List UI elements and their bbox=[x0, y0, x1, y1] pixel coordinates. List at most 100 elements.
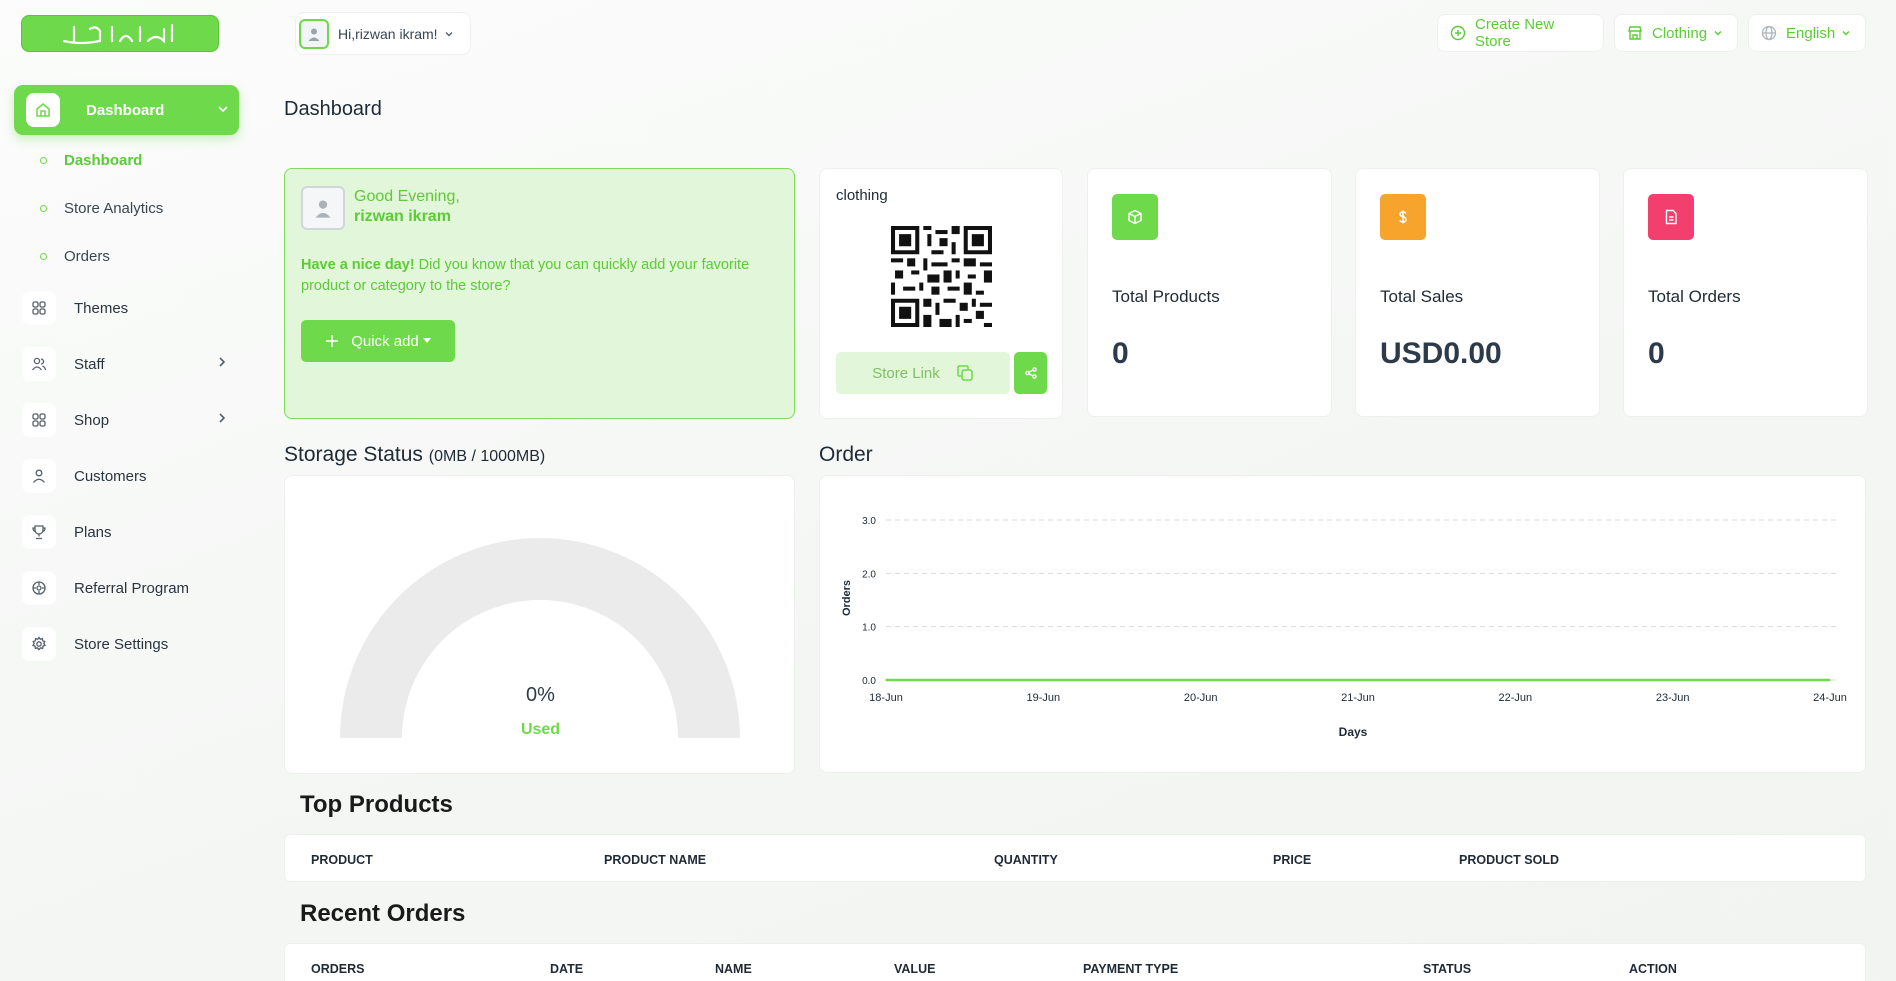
column-header: ORDERS bbox=[311, 962, 365, 976]
sidebar-subitem-label: Dashboard bbox=[64, 152, 143, 169]
order-chart-title: Order bbox=[819, 443, 873, 466]
plus-circle-icon bbox=[1450, 25, 1466, 41]
chevron-down-icon bbox=[1841, 28, 1851, 38]
quick-add-button[interactable]: Quick add bbox=[301, 320, 455, 362]
recent-orders-table: ORDERS DATE NAME VALUE PAYMENT TYPE STAT… bbox=[284, 943, 1866, 981]
store-link-label: Store Link bbox=[872, 364, 940, 382]
create-store-button[interactable]: Create New Store bbox=[1437, 14, 1604, 52]
share-button[interactable] bbox=[1014, 352, 1047, 394]
box-icon bbox=[1112, 194, 1158, 240]
storage-card: 0% Used bbox=[284, 475, 795, 774]
bullet-icon bbox=[40, 157, 47, 164]
sidebar-item-label: Store Settings bbox=[74, 635, 169, 653]
document-icon bbox=[1648, 194, 1694, 240]
share-icon bbox=[1024, 367, 1037, 379]
storage-gauge bbox=[340, 538, 740, 738]
column-header: STATUS bbox=[1423, 962, 1472, 976]
x-tick-label: 22-Jun bbox=[1499, 692, 1533, 704]
column-header: PRODUCT NAME bbox=[604, 853, 707, 867]
sidebar-item-label: Plans bbox=[74, 523, 112, 541]
stat-value: 0 bbox=[1648, 337, 1665, 370]
stat-card-total-products: Total Products 0 bbox=[1087, 168, 1332, 417]
store-qr-card: clothing Store Link bbox=[819, 168, 1063, 419]
sidebar-subitem-dashboard[interactable]: Dashboard bbox=[40, 152, 142, 169]
chevron-right-icon bbox=[217, 355, 227, 373]
column-header: PRODUCT bbox=[311, 853, 373, 867]
chevron-down-icon bbox=[217, 102, 229, 119]
nice-day-text: Have a nice day! bbox=[301, 257, 415, 273]
dollar-icon bbox=[1380, 194, 1426, 240]
sidebar-item-label: Staff bbox=[74, 355, 105, 373]
grid-icon bbox=[22, 291, 56, 325]
greeting: Good Evening, rizwan ikram bbox=[354, 187, 460, 227]
data-point bbox=[885, 679, 887, 681]
sidebar-item-label: Referral Program bbox=[74, 579, 190, 597]
sidebar-subitem-store-analytics[interactable]: Store Analytics bbox=[40, 200, 163, 217]
sidebar-item-staff[interactable]: Staff bbox=[22, 346, 237, 382]
column-header: NAME bbox=[715, 962, 752, 976]
y-axis-label: Orders bbox=[841, 580, 853, 616]
grid-icon bbox=[22, 403, 56, 437]
settings-icon bbox=[22, 627, 56, 661]
greeting-name: rizwan ikram bbox=[354, 208, 451, 225]
sidebar-item-shop[interactable]: Shop bbox=[22, 402, 237, 438]
store-name: clothing bbox=[836, 187, 888, 204]
sidebar-item-referral-program[interactable]: Referral Program bbox=[22, 570, 237, 606]
storage-title-text: Storage Status bbox=[284, 443, 423, 466]
sidebar-subitem-label: Orders bbox=[64, 248, 110, 265]
storage-detail: (0MB / 1000MB) bbox=[428, 448, 546, 465]
home-icon bbox=[26, 93, 60, 127]
bullet-icon bbox=[40, 205, 47, 212]
gauge-track bbox=[340, 538, 740, 738]
quick-add-label: Quick add bbox=[351, 332, 419, 350]
stat-card-total-sales: Total Sales USD0.00 bbox=[1355, 168, 1600, 417]
sidebar-item-plans[interactable]: Plans bbox=[22, 514, 237, 550]
user-menu[interactable]: Hi,rizwan ikram! bbox=[295, 12, 471, 55]
data-point bbox=[1042, 679, 1045, 681]
avatar bbox=[299, 18, 329, 49]
stat-card-total-orders: Total Orders 0 bbox=[1623, 168, 1868, 417]
data-point bbox=[1357, 679, 1359, 681]
x-tick-label: 20-Jun bbox=[1184, 692, 1218, 704]
store-icon bbox=[1627, 25, 1643, 41]
chevron-down-icon bbox=[444, 29, 454, 39]
data-point bbox=[1671, 679, 1674, 681]
bullet-icon bbox=[40, 253, 47, 260]
create-store-label: Create New Store bbox=[1475, 16, 1555, 50]
y-tick-label: 2.0 bbox=[862, 569, 876, 580]
y-tick-label: 0.0 bbox=[862, 676, 876, 687]
welcome-card: Good Evening, rizwan ikram Have a nice d… bbox=[284, 168, 795, 419]
plus-icon bbox=[325, 334, 339, 348]
data-point bbox=[1199, 679, 1202, 681]
sidebar-item-store-settings[interactable]: Store Settings bbox=[22, 626, 237, 662]
column-header: ACTION bbox=[1629, 962, 1677, 976]
referral-icon bbox=[22, 571, 56, 605]
x-tick-label: 24-Jun bbox=[1813, 692, 1847, 704]
sidebar-subitem-orders[interactable]: Orders bbox=[40, 248, 110, 265]
storage-title: Storage Status (0MB / 1000MB) bbox=[284, 443, 545, 467]
x-tick-label: 18-Jun bbox=[869, 692, 903, 704]
language-selector[interactable]: English bbox=[1748, 14, 1866, 52]
brand-logo[interactable] bbox=[21, 15, 219, 52]
x-tick-label: 23-Jun bbox=[1656, 692, 1690, 704]
recent-orders-title: Recent Orders bbox=[300, 900, 466, 927]
sidebar-subitem-label: Store Analytics bbox=[64, 200, 164, 217]
sidebar-item-customers[interactable]: Customers bbox=[22, 458, 237, 494]
order-line-chart: Orders Days 0.0 1.0 2.0 3.0 18-Jun 19-Jun 20-J… bbox=[841, 516, 1847, 739]
copy-icon bbox=[956, 364, 974, 382]
user-greeting: Hi,rizwan ikram! bbox=[338, 25, 438, 42]
storage-used-label: Used bbox=[520, 721, 561, 738]
storage-percent: 0% bbox=[526, 684, 555, 706]
stat-label: Total Products bbox=[1112, 287, 1220, 306]
qr-code[interactable] bbox=[891, 226, 992, 327]
data-point bbox=[1829, 679, 1831, 681]
language-label: English bbox=[1786, 24, 1836, 42]
sidebar-item-themes[interactable]: Themes bbox=[22, 290, 237, 326]
sidebar-item-label: Customers bbox=[74, 467, 147, 485]
store-link-button[interactable]: Store Link bbox=[836, 352, 1010, 394]
store-selector[interactable]: Clothing bbox=[1614, 14, 1738, 52]
sidebar-item-dashboard[interactable]: Dashboard bbox=[14, 85, 239, 135]
top-products-title: Top Products bbox=[300, 791, 453, 818]
y-tick-label: 3.0 bbox=[862, 516, 876, 527]
stat-label: Total Orders bbox=[1648, 287, 1741, 306]
